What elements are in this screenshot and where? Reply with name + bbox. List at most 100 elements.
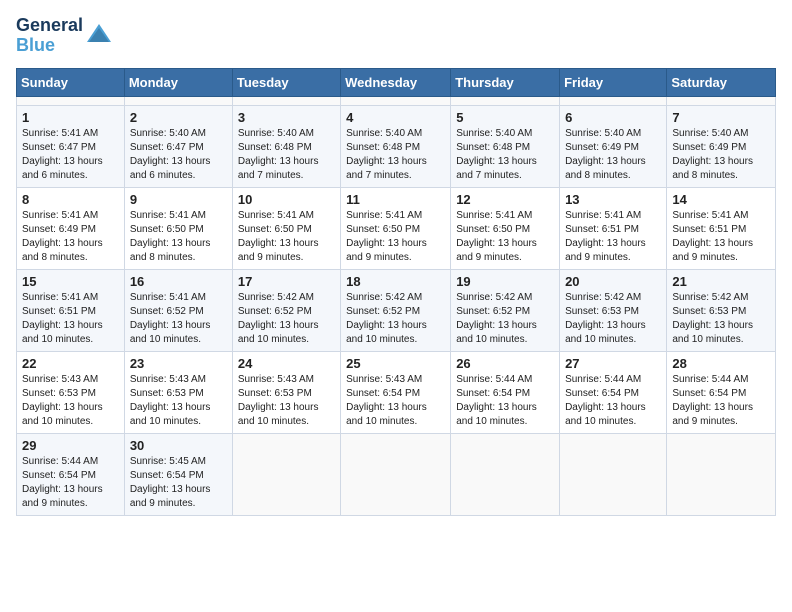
calendar-cell: 6 Sunrise: 5:40 AM Sunset: 6:49 PM Daylig… <box>560 105 667 187</box>
day-info: Sunrise: 5:44 AM Sunset: 6:54 PM Dayligh… <box>456 373 554 429</box>
week-row-1: 1 Sunrise: 5:41 AM Sunset: 6:47 PM Daylig… <box>17 105 776 187</box>
day-number: 10 <box>238 192 335 207</box>
day-info: Sunrise: 5:43 AM Sunset: 6:54 PM Dayligh… <box>346 373 445 429</box>
calendar-cell: 3 Sunrise: 5:40 AM Sunset: 6:48 PM Daylig… <box>232 105 340 187</box>
day-number: 5 <box>456 110 554 125</box>
calendar-cell: 23 Sunrise: 5:43 AM Sunset: 6:53 PM Dayli… <box>124 351 232 433</box>
day-info: Sunrise: 5:40 AM Sunset: 6:48 PM Dayligh… <box>346 127 445 183</box>
day-number: 4 <box>346 110 445 125</box>
week-row-0 <box>17 96 776 105</box>
day-number: 21 <box>672 274 770 289</box>
calendar-cell: 27Sunrise: 5:44 AM Sunset: 6:54 PM Dayli… <box>560 351 667 433</box>
calendar-cell <box>667 433 776 515</box>
calendar-cell: 29 Sunrise: 5:44 AM Sunset: 6:54 PM Dayli… <box>17 433 125 515</box>
logo-icon <box>85 22 113 50</box>
calendar-cell <box>232 433 340 515</box>
day-info: Sunrise: 5:44 AM Sunset: 6:54 PM Dayligh… <box>672 373 770 429</box>
calendar-header-row: SundayMondayTuesdayWednesdayThursdayFrid… <box>17 68 776 96</box>
day-info: Sunrise: 5:41 AM Sunset: 6:50 PM Dayligh… <box>238 209 335 265</box>
day-info: Sunrise: 5:41 AM Sunset: 6:52 PM Dayligh… <box>130 291 227 347</box>
calendar-cell: 13 Sunrise: 5:41 AM Sunset: 6:51 PM Dayli… <box>560 187 667 269</box>
day-number: 1 <box>22 110 119 125</box>
calendar-cell: 7 Sunrise: 5:40 AM Sunset: 6:49 PM Daylig… <box>667 105 776 187</box>
day-number: 23 <box>130 356 227 371</box>
calendar-cell: 10 Sunrise: 5:41 AM Sunset: 6:50 PM Dayli… <box>232 187 340 269</box>
calendar-cell <box>451 433 560 515</box>
day-info: Sunrise: 5:40 AM Sunset: 6:49 PM Dayligh… <box>672 127 770 183</box>
logo-text: GeneralBlue <box>16 16 83 56</box>
day-number: 17 <box>238 274 335 289</box>
calendar-cell: 1 Sunrise: 5:41 AM Sunset: 6:47 PM Daylig… <box>17 105 125 187</box>
calendar-body: 1 Sunrise: 5:41 AM Sunset: 6:47 PM Daylig… <box>17 96 776 515</box>
day-number: 7 <box>672 110 770 125</box>
day-info: Sunrise: 5:41 AM Sunset: 6:51 PM Dayligh… <box>22 291 119 347</box>
header-tuesday: Tuesday <box>232 68 340 96</box>
calendar-cell: 24Sunrise: 5:43 AM Sunset: 6:53 PM Dayli… <box>232 351 340 433</box>
page-header: GeneralBlue <box>16 16 776 56</box>
calendar-cell <box>560 96 667 105</box>
calendar-cell: 19Sunrise: 5:42 AM Sunset: 6:52 PM Dayli… <box>451 269 560 351</box>
day-number: 26 <box>456 356 554 371</box>
day-number: 19 <box>456 274 554 289</box>
calendar-cell: 22 Sunrise: 5:43 AM Sunset: 6:53 PM Dayli… <box>17 351 125 433</box>
calendar-cell: 12Sunrise: 5:41 AM Sunset: 6:50 PM Dayli… <box>451 187 560 269</box>
week-row-4: 22 Sunrise: 5:43 AM Sunset: 6:53 PM Dayli… <box>17 351 776 433</box>
calendar-cell: 26 Sunrise: 5:44 AM Sunset: 6:54 PM Dayli… <box>451 351 560 433</box>
calendar-cell <box>17 96 125 105</box>
calendar-cell: 4 Sunrise: 5:40 AM Sunset: 6:48 PM Daylig… <box>341 105 451 187</box>
calendar-cell: 17 Sunrise: 5:42 AM Sunset: 6:52 PM Dayli… <box>232 269 340 351</box>
day-number: 15 <box>22 274 119 289</box>
calendar-cell: 2Sunrise: 5:40 AM Sunset: 6:47 PM Daylig… <box>124 105 232 187</box>
day-number: 3 <box>238 110 335 125</box>
day-info: Sunrise: 5:40 AM Sunset: 6:48 PM Dayligh… <box>456 127 554 183</box>
calendar-cell: 9 Sunrise: 5:41 AM Sunset: 6:50 PM Daylig… <box>124 187 232 269</box>
day-info: Sunrise: 5:40 AM Sunset: 6:49 PM Dayligh… <box>565 127 661 183</box>
day-info: Sunrise: 5:40 AM Sunset: 6:48 PM Dayligh… <box>238 127 335 183</box>
day-number: 9 <box>130 192 227 207</box>
calendar-cell <box>341 433 451 515</box>
day-info: Sunrise: 5:41 AM Sunset: 6:51 PM Dayligh… <box>672 209 770 265</box>
day-number: 27 <box>565 356 661 371</box>
day-info: Sunrise: 5:41 AM Sunset: 6:50 PM Dayligh… <box>130 209 227 265</box>
logo: GeneralBlue <box>16 16 113 56</box>
calendar-cell: 21 Sunrise: 5:42 AM Sunset: 6:53 PM Dayli… <box>667 269 776 351</box>
day-number: 30 <box>130 438 227 453</box>
day-number: 29 <box>22 438 119 453</box>
day-number: 13 <box>565 192 661 207</box>
calendar-cell: 18Sunrise: 5:42 AM Sunset: 6:52 PM Dayli… <box>341 269 451 351</box>
calendar-cell <box>667 96 776 105</box>
day-info: Sunrise: 5:44 AM Sunset: 6:54 PM Dayligh… <box>22 455 119 511</box>
day-number: 28 <box>672 356 770 371</box>
day-info: Sunrise: 5:43 AM Sunset: 6:53 PM Dayligh… <box>22 373 119 429</box>
header-friday: Friday <box>560 68 667 96</box>
calendar-cell <box>560 433 667 515</box>
calendar-cell: 30Sunrise: 5:45 AM Sunset: 6:54 PM Dayli… <box>124 433 232 515</box>
day-number: 22 <box>22 356 119 371</box>
day-number: 6 <box>565 110 661 125</box>
calendar-cell: 25Sunrise: 5:43 AM Sunset: 6:54 PM Dayli… <box>341 351 451 433</box>
calendar-cell <box>232 96 340 105</box>
day-info: Sunrise: 5:42 AM Sunset: 6:52 PM Dayligh… <box>238 291 335 347</box>
day-number: 8 <box>22 192 119 207</box>
week-row-3: 15 Sunrise: 5:41 AM Sunset: 6:51 PM Dayli… <box>17 269 776 351</box>
calendar-table: SundayMondayTuesdayWednesdayThursdayFrid… <box>16 68 776 516</box>
day-info: Sunrise: 5:42 AM Sunset: 6:52 PM Dayligh… <box>346 291 445 347</box>
calendar-cell: 8Sunrise: 5:41 AM Sunset: 6:49 PM Daylig… <box>17 187 125 269</box>
day-info: Sunrise: 5:42 AM Sunset: 6:53 PM Dayligh… <box>672 291 770 347</box>
calendar-cell: 5 Sunrise: 5:40 AM Sunset: 6:48 PM Daylig… <box>451 105 560 187</box>
day-number: 20 <box>565 274 661 289</box>
day-info: Sunrise: 5:41 AM Sunset: 6:47 PM Dayligh… <box>22 127 119 183</box>
day-info: Sunrise: 5:43 AM Sunset: 6:53 PM Dayligh… <box>130 373 227 429</box>
day-number: 12 <box>456 192 554 207</box>
calendar-cell: 28 Sunrise: 5:44 AM Sunset: 6:54 PM Dayli… <box>667 351 776 433</box>
week-row-2: 8Sunrise: 5:41 AM Sunset: 6:49 PM Daylig… <box>17 187 776 269</box>
header-saturday: Saturday <box>667 68 776 96</box>
week-row-5: 29 Sunrise: 5:44 AM Sunset: 6:54 PM Dayli… <box>17 433 776 515</box>
day-number: 14 <box>672 192 770 207</box>
header-wednesday: Wednesday <box>341 68 451 96</box>
day-info: Sunrise: 5:42 AM Sunset: 6:53 PM Dayligh… <box>565 291 661 347</box>
calendar-cell: 16Sunrise: 5:41 AM Sunset: 6:52 PM Dayli… <box>124 269 232 351</box>
calendar-cell: 15 Sunrise: 5:41 AM Sunset: 6:51 PM Dayli… <box>17 269 125 351</box>
day-info: Sunrise: 5:43 AM Sunset: 6:53 PM Dayligh… <box>238 373 335 429</box>
day-info: Sunrise: 5:41 AM Sunset: 6:51 PM Dayligh… <box>565 209 661 265</box>
